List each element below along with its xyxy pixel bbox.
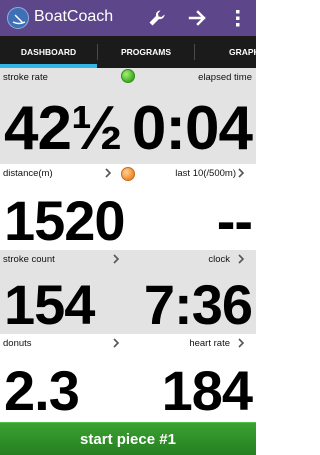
donuts-label[interactable]: donuts: [3, 338, 32, 349]
chevron-right-icon[interactable]: [112, 338, 120, 348]
chevron-right-icon[interactable]: [237, 338, 245, 348]
donuts-heart-rate-panel: donuts heart rate 2.3 184: [0, 334, 256, 422]
stroke-rate-label: stroke rate: [3, 72, 48, 83]
clock-label[interactable]: clock: [208, 254, 230, 265]
start-piece-button[interactable]: start piece #1: [0, 422, 256, 455]
stroke-count-label[interactable]: stroke count: [3, 254, 55, 265]
stroke-count-value: 154: [4, 273, 95, 336]
stroke-rate-elapsed-panel: stroke rate elapsed time 42½ 0:04: [0, 68, 256, 164]
chevron-right-icon[interactable]: [237, 168, 245, 178]
chevron-right-icon[interactable]: [104, 168, 112, 178]
tab-bar: DASHBOARD PROGRAMS GRAPH: [0, 36, 256, 68]
arrow-right-icon[interactable]: [186, 6, 210, 30]
elapsed-time-label: elapsed time: [198, 72, 252, 83]
last10-value: --: [216, 189, 253, 252]
donuts-value: 2.3: [4, 359, 80, 422]
status-indicator-green: [121, 69, 135, 83]
status-indicator-orange: [121, 167, 135, 181]
clock-value: 7:36: [143, 273, 253, 336]
chevron-right-icon[interactable]: [112, 254, 120, 264]
overflow-menu-icon[interactable]: [226, 6, 250, 30]
action-bar: BoatCoach: [0, 0, 256, 36]
wrench-icon[interactable]: [145, 6, 169, 30]
app-title: BoatCoach: [34, 8, 114, 25]
distance-last10-panel: distance(m) last 10(/500m) 1520 --: [0, 164, 256, 252]
tab-graph[interactable]: GRAPH: [195, 36, 256, 68]
distance-label[interactable]: distance(m): [3, 168, 53, 179]
stroke-rate-value: 42½: [4, 94, 123, 163]
last10-label[interactable]: last 10(/500m): [175, 168, 236, 179]
stroke-count-clock-panel: stroke count clock 154 7:36: [0, 250, 256, 336]
heart-rate-value: 184: [161, 359, 253, 422]
elapsed-time-value: 0:04: [131, 94, 253, 163]
distance-value: 1520: [4, 189, 126, 252]
heart-rate-label[interactable]: heart rate: [189, 338, 230, 349]
app-logo-icon[interactable]: [7, 7, 29, 29]
tab-programs[interactable]: PROGRAMS: [98, 36, 194, 68]
chevron-right-icon[interactable]: [237, 254, 245, 264]
